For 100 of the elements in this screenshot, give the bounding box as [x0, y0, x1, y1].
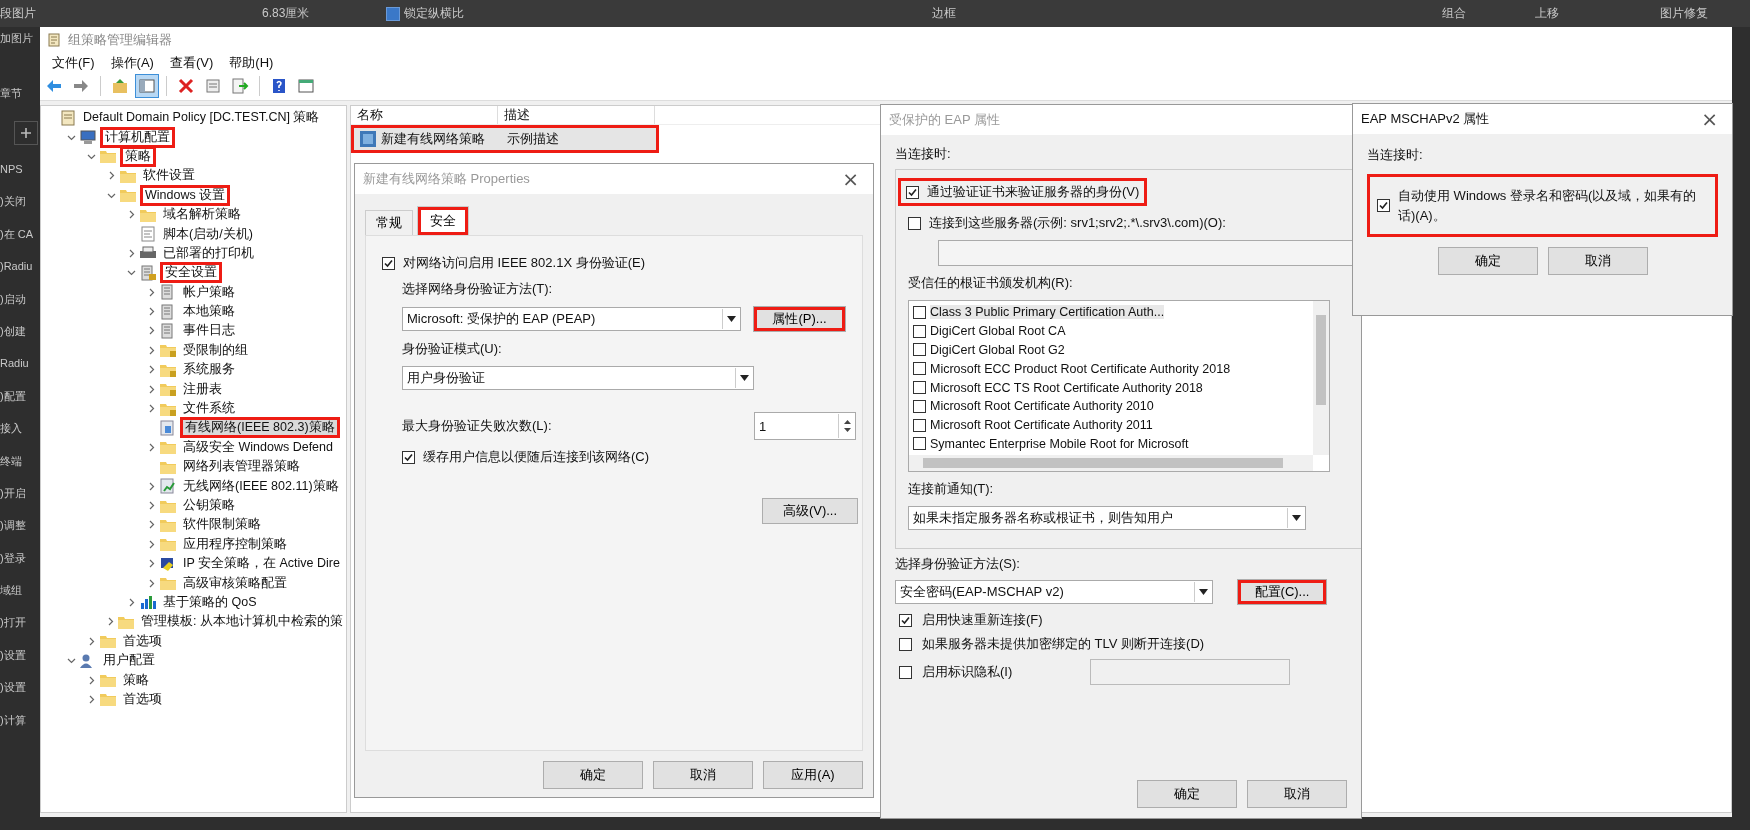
dialog-button[interactable]: 取消 — [1547, 247, 1648, 275]
close-button[interactable]: × — [1695, 107, 1724, 131]
tree-item[interactable]: 安全设置 — [160, 262, 222, 284]
tree-item[interactable]: 用户配置 — [100, 651, 158, 671]
tree-item[interactable]: Windows 设置 — [140, 184, 231, 206]
checkbox[interactable] — [913, 418, 926, 432]
outline-item[interactable]: 接入 — [0, 418, 40, 451]
tree-item[interactable]: 计算机配置 — [100, 126, 175, 148]
tree-item[interactable]: 帐户策略 — [180, 282, 238, 302]
tree-item[interactable]: 管理模板: 从本地计算机中检索的策 — [138, 612, 346, 632]
outline-item[interactable]: )调整 — [0, 515, 40, 548]
certificate-item[interactable]: DigiCert Global Root CA — [930, 324, 1066, 339]
outline-item[interactable]: 域组 — [0, 580, 40, 613]
outline-item[interactable]: )设置 — [0, 677, 40, 710]
outline-item[interactable]: NPS — [0, 159, 40, 192]
tree-item[interactable]: IP 安全策略，在 Active Dire — [180, 554, 343, 574]
tree-item[interactable]: 软件设置 — [140, 166, 198, 186]
checkbox[interactable] — [913, 343, 926, 357]
outline-item[interactable]: )启动 — [0, 288, 40, 321]
outline-item[interactable]: )设置 — [0, 644, 40, 678]
checkbox[interactable] — [899, 637, 912, 651]
properties-button[interactable]: 属性(P)... — [753, 306, 846, 332]
outline-item[interactable]: )关闭 — [0, 191, 40, 224]
tree-item[interactable]: 无线网络(IEEE 802.11)策略 — [180, 476, 342, 496]
tree-item[interactable]: 策略 — [120, 670, 152, 690]
menu-item[interactable]: 帮助(H) — [221, 52, 282, 72]
certificate-item[interactable]: DigiCert Global Root G2 — [930, 343, 1065, 357]
checkbox[interactable] — [913, 437, 926, 451]
mode-dropdown[interactable]: 用户身份验证 — [402, 366, 754, 390]
checkbox[interactable] — [402, 450, 415, 464]
outline-item[interactable]: 终端 — [0, 450, 40, 483]
tree-item[interactable]: 事件日志 — [180, 321, 238, 341]
scrollbar[interactable] — [1313, 301, 1329, 455]
outline-item[interactable]: )计算 — [0, 709, 40, 743]
tree-item[interactable]: 系统服务 — [180, 360, 238, 380]
notify-dropdown[interactable]: 如果未指定服务器名称或根证书，则告知用户 — [908, 506, 1306, 530]
pane-icon[interactable] — [135, 74, 159, 98]
checkbox[interactable] — [382, 256, 395, 270]
tree-item[interactable]: 软件限制策略 — [180, 515, 264, 535]
tab[interactable]: 常规 — [365, 210, 413, 235]
menu-item[interactable]: 查看(V) — [161, 52, 222, 72]
outline-item[interactable]: Radiu — [0, 353, 40, 386]
certificate-item[interactable]: Microsoft ECC TS Root Certificate Authority 2018 — [930, 380, 1203, 395]
tree-item[interactable]: 高级审核策略配置 — [180, 573, 290, 593]
tree-item[interactable]: Default Domain Policy [DC.TEST.CN] 策略 — [80, 108, 323, 128]
advanced-button[interactable]: 高级(V)... — [762, 498, 858, 524]
checkbox[interactable] — [899, 613, 912, 627]
tree-item[interactable]: 高级安全 Windows Defend — [180, 437, 336, 457]
tree-item[interactable]: 有线网络(IEEE 802.3)策略 — [180, 417, 340, 439]
certificate-item[interactable]: Microsoft Root Certificate Authority 2011 — [930, 418, 1153, 433]
tree-item[interactable]: 脚本(启动/关机) — [160, 224, 256, 244]
checkbox[interactable] — [913, 305, 926, 319]
menu-item[interactable]: 文件(F) — [44, 52, 103, 72]
close-button[interactable]: × — [836, 167, 865, 191]
tree-item[interactable]: 本地策略 — [180, 302, 238, 322]
column-header[interactable]: 描述 — [498, 106, 655, 124]
checkbox[interactable] — [913, 381, 926, 395]
dialog-button[interactable]: 取消 — [1247, 780, 1347, 808]
method-dropdown[interactable]: 安全密码(EAP-MSCHAP v2) — [895, 580, 1213, 604]
tree-item[interactable]: 注册表 — [180, 379, 225, 399]
dialog-button[interactable]: 取消 — [653, 761, 753, 789]
add-button[interactable] — [14, 121, 38, 145]
certificate-item[interactable]: Symantec Enterprise Mobile Root for Microsoft — [930, 436, 1189, 451]
tree-item[interactable]: 文件系统 — [180, 399, 238, 419]
tree-item[interactable]: 策略 — [120, 146, 156, 167]
checkbox[interactable] — [908, 216, 921, 230]
checkbox[interactable] — [913, 399, 926, 413]
list-row[interactable]: 新建有线网络策略 示例描述 — [351, 125, 659, 153]
number-spinner[interactable]: 1 — [754, 412, 856, 440]
scrollbar[interactable] — [909, 455, 1313, 471]
tree-item[interactable]: 首选项 — [120, 631, 165, 651]
outline-item[interactable]: )创建 — [0, 320, 40, 354]
outline-item[interactable]: )登录 — [0, 547, 40, 581]
certificate-item[interactable]: Microsoft ECC Product Root Certificate Authority 2018 — [930, 361, 1231, 376]
dialog-button[interactable]: 应用(A) — [763, 761, 863, 789]
checkbox[interactable] — [899, 665, 912, 679]
outline-item[interactable]: )Radiu — [0, 256, 40, 289]
certificate-item[interactable]: Class 3 Public Primary Certification Auth... — [930, 305, 1165, 320]
dialog-button[interactable]: 确定 — [543, 761, 643, 789]
certificate-item[interactable]: Microsoft Root Certificate Authority 2010 — [930, 399, 1154, 414]
identity-field[interactable] — [1090, 659, 1291, 685]
outline-item[interactable]: )打开 — [0, 612, 40, 645]
tab[interactable]: 安全 — [417, 206, 469, 235]
checkbox[interactable] — [913, 362, 926, 376]
tree-item[interactable]: 基于策略的 QoS — [160, 592, 260, 612]
outline-item[interactable]: )配置 — [0, 385, 40, 419]
tree-item[interactable]: 首选项 — [120, 689, 165, 709]
checkbox[interactable] — [906, 185, 919, 199]
column-header[interactable]: 名称 — [351, 106, 498, 124]
checkbox[interactable] — [386, 6, 400, 21]
dialog-button[interactable]: 确定 — [1137, 780, 1237, 808]
chevron-down-icon[interactable] — [66, 656, 76, 666]
outline-item[interactable]: )在 CA — [0, 223, 40, 257]
checkbox[interactable] — [913, 324, 926, 338]
menu-item[interactable]: 操作(A) — [102, 52, 162, 72]
outline-item[interactable]: )开启 — [0, 482, 40, 516]
tree-item[interactable]: 网络列表管理器策略 — [180, 457, 303, 477]
chevron-down-icon[interactable] — [126, 268, 136, 278]
tree-item[interactable]: 受限制的组 — [180, 340, 251, 360]
configure-button[interactable]: 配置(C)... — [1237, 579, 1327, 605]
